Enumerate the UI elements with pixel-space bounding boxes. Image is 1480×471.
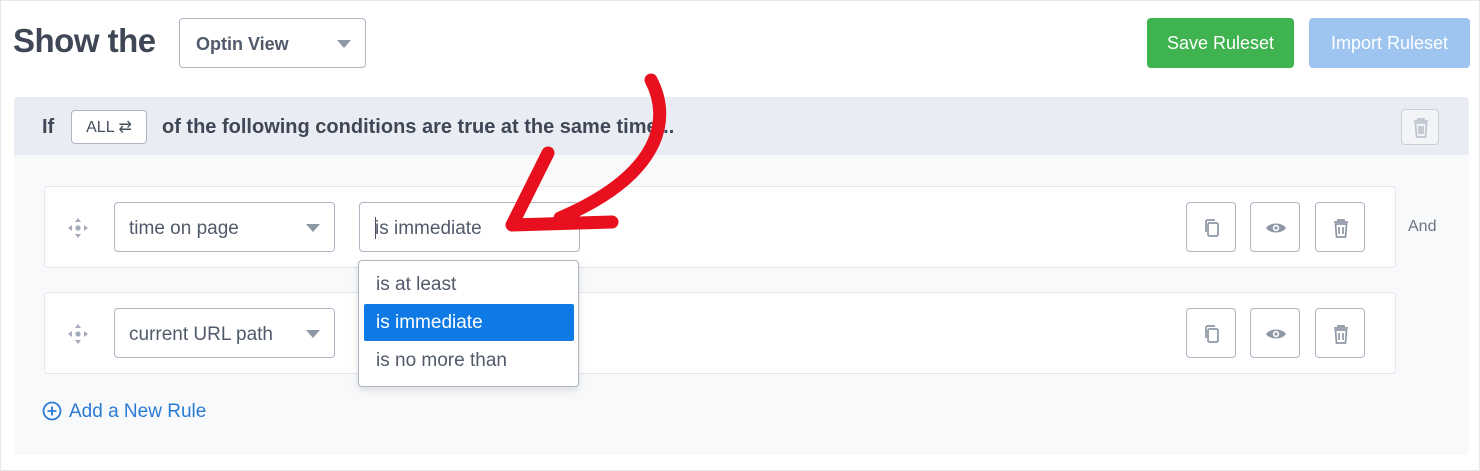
- rule-field-value: time on page: [129, 218, 239, 239]
- delete-ruleset-button[interactable]: [1401, 109, 1439, 145]
- copy-icon: [1205, 219, 1219, 237]
- duplicate-rule-button[interactable]: [1186, 308, 1236, 358]
- page-title: Show the: [13, 22, 156, 59]
- dropdown-option-selected[interactable]: is immediate: [364, 304, 574, 341]
- trash-icon: [1414, 118, 1428, 138]
- rule-operator-input[interactable]: is immediate: [359, 202, 580, 252]
- rule-row: time on page is immediate: [44, 186, 1396, 268]
- trash-icon: [1334, 219, 1348, 238]
- ruleset-panel: If ALL ⇄ of the following conditions are…: [14, 97, 1469, 455]
- preview-rule-button[interactable]: [1250, 308, 1300, 358]
- drag-handle-icon[interactable]: [65, 216, 91, 240]
- rule-field-select[interactable]: time on page: [114, 202, 335, 252]
- import-ruleset-button[interactable]: Import Ruleset: [1309, 18, 1470, 68]
- copy-icon: [1205, 325, 1219, 343]
- drag-handle-icon[interactable]: [65, 322, 91, 346]
- duplicate-rule-button[interactable]: [1186, 202, 1236, 252]
- add-new-rule-label: Add a New Rule: [69, 401, 207, 422]
- chevron-down-icon: [306, 224, 320, 232]
- dropdown-option[interactable]: is at least: [364, 266, 574, 303]
- delete-rule-button[interactable]: [1315, 202, 1365, 252]
- if-label: If: [42, 116, 55, 138]
- ruleset-header: If ALL ⇄ of the following conditions are…: [14, 97, 1469, 155]
- rule-field-value: current URL path: [129, 324, 273, 345]
- rule-operator-value: is immediate: [375, 218, 482, 239]
- eye-icon: [1266, 223, 1286, 233]
- chevron-down-icon: [337, 40, 351, 48]
- rule-row: current URL path: [44, 292, 1396, 374]
- eye-icon: [1266, 329, 1286, 339]
- operator-dropdown: is at least is immediate is no more than: [358, 260, 579, 387]
- view-select[interactable]: Optin View: [179, 18, 366, 68]
- delete-rule-button[interactable]: [1315, 308, 1365, 358]
- and-label: And: [1408, 218, 1437, 235]
- plus-circle-icon: [42, 401, 62, 421]
- rule-field-select[interactable]: current URL path: [114, 308, 335, 358]
- chevron-down-icon: [306, 330, 320, 338]
- view-select-value: Optin View: [196, 34, 289, 54]
- trash-icon: [1334, 325, 1348, 344]
- match-all-toggle[interactable]: ALL ⇄: [71, 110, 147, 144]
- preview-rule-button[interactable]: [1250, 202, 1300, 252]
- dropdown-option[interactable]: is no more than: [364, 342, 574, 379]
- condition-text: of the following conditions are true at …: [162, 116, 675, 138]
- save-ruleset-button[interactable]: Save Ruleset: [1147, 18, 1294, 68]
